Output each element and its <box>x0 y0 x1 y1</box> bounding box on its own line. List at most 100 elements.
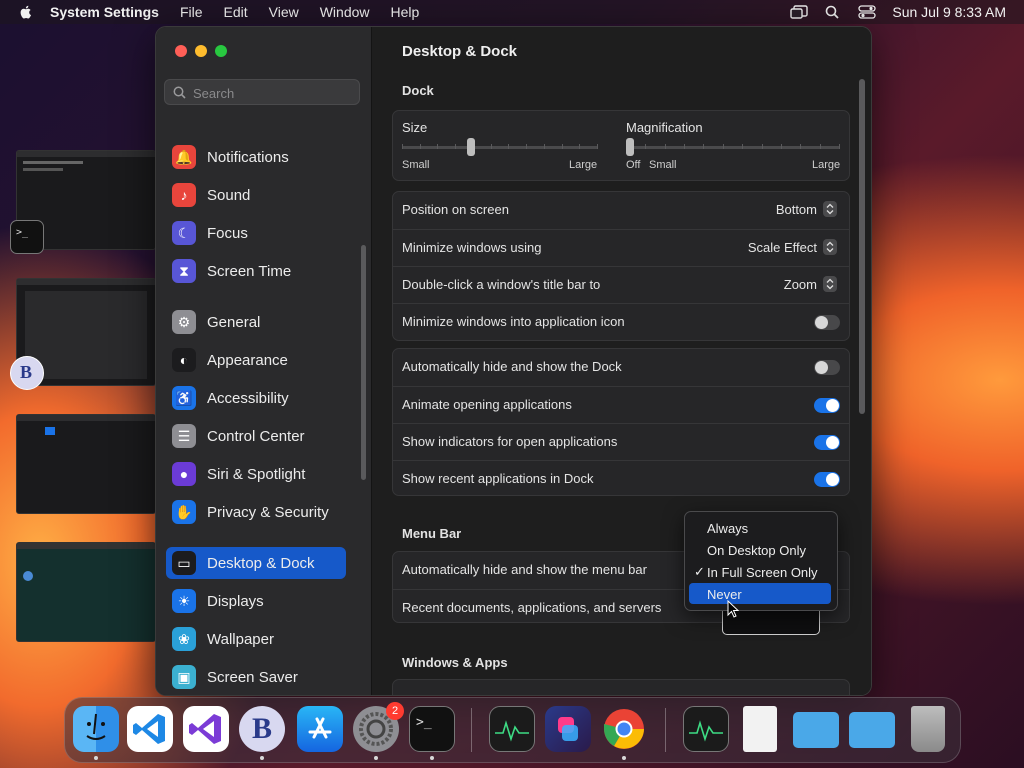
folder-icon[interactable] <box>849 712 895 748</box>
windows-apps-group <box>392 679 850 695</box>
minimize-into-app-icon-row: Minimize windows into application icon <box>393 303 849 340</box>
running-indicator <box>622 756 626 760</box>
slider-tick <box>742 144 744 149</box>
sidebar-item-wallpaper[interactable]: ❀ Wallpaper <box>166 623 346 655</box>
control-center-icon: ☰ <box>172 424 196 448</box>
sidebar-item-accessibility[interactable]: ♿ Accessibility <box>166 382 346 414</box>
dock-behavior-group: Position on screen Bottom Minimize windo… <box>392 191 850 341</box>
size-slider-thumb[interactable] <box>466 138 475 156</box>
screen-mirroring-icon[interactable] <box>790 5 809 19</box>
bell-icon: 🔔 <box>172 145 196 169</box>
sidebar-item-general[interactable]: ⚙ General <box>166 306 346 338</box>
minimize-windows-using-row: Minimize windows using Scale Effect <box>393 229 849 266</box>
minimize-effect-value: Scale Effect <box>747 239 817 255</box>
moon-icon: ☾ <box>172 221 196 245</box>
menu-bar-autohide-dropdown: Always On Desktop Only ✓ In Full Screen O… <box>684 511 838 611</box>
running-indicator <box>430 756 434 760</box>
double-click-action-popup[interactable]: Zoom <box>784 276 837 292</box>
vscode-icon[interactable] <box>127 706 173 752</box>
slider-tick <box>597 144 598 149</box>
menu-help[interactable]: Help <box>391 4 420 20</box>
hand-icon: ✋ <box>172 500 196 524</box>
size-label: Size <box>402 120 428 135</box>
position-on-screen-label: Position on screen <box>402 202 509 217</box>
slider-tick <box>579 144 581 149</box>
window-controls <box>175 45 227 57</box>
zoom-button[interactable] <box>215 45 227 57</box>
option-in-full-screen-only[interactable]: ✓ In Full Screen Only <box>689 561 831 582</box>
minimize-windows-using-label: Minimize windows using <box>402 240 542 255</box>
finder-icon[interactable] <box>73 706 119 752</box>
minimize-into-app-icon-toggle[interactable] <box>814 315 840 330</box>
visual-studio-icon[interactable] <box>183 706 229 752</box>
sidebar-scrollbar[interactable] <box>361 245 366 480</box>
app-store-icon[interactable] <box>297 706 343 752</box>
option-always[interactable]: Always <box>689 517 831 538</box>
stage-thumbnail-4[interactable] <box>16 542 156 642</box>
sidebar-item-screen-saver[interactable]: ▣ Screen Saver <box>166 661 346 693</box>
dock-toggle-switch[interactable] <box>814 398 840 413</box>
slider-tick <box>819 144 821 149</box>
slider-tick <box>561 144 563 149</box>
option-on-desktop-only[interactable]: On Desktop Only <box>689 539 831 560</box>
position-on-screen-popup[interactable]: Bottom <box>776 201 837 217</box>
sidebar-item-desktop-dock[interactable]: ▭ Desktop & Dock <box>166 547 346 579</box>
menu-edit[interactable]: Edit <box>224 4 248 20</box>
sidebar-item-screen-time[interactable]: ⧗ Screen Time <box>166 255 346 287</box>
sidebar-item-privacy-security[interactable]: ✋ Privacy & Security <box>166 496 346 528</box>
activity-monitor-icon[interactable] <box>489 706 535 752</box>
magnification-min-label: Small <box>649 159 677 171</box>
terminal-icon[interactable]: >_ <box>409 706 455 752</box>
menu-bar-section-title: Menu Bar <box>402 526 462 541</box>
dock-toggle-switch[interactable] <box>814 360 840 375</box>
dock-toggle-switch[interactable] <box>814 472 840 487</box>
spotlight-search-icon[interactable] <box>824 5 842 19</box>
content-scrollbar[interactable] <box>859 79 865 414</box>
minimize-button[interactable] <box>195 45 207 57</box>
sidebar-item-label: Desktop & Dock <box>207 554 315 572</box>
slider-tick <box>419 144 421 149</box>
menu-clock[interactable]: Sun Jul 9 8:33 AM <box>892 4 1006 20</box>
trash-icon[interactable] <box>911 706 945 752</box>
slider-tick <box>684 144 686 149</box>
dock-toggle-switch[interactable] <box>814 435 840 450</box>
dock-icon: ▭ <box>172 551 196 575</box>
mouse-pointer-icon <box>727 600 739 618</box>
option-never[interactable]: Never <box>689 583 831 604</box>
notification-badge: 2 <box>386 702 404 720</box>
stage-thumbnail-3[interactable] <box>16 414 156 514</box>
minimize-into-app-icon-label: Minimize windows into application icon <box>402 314 625 329</box>
sidebar-item-displays[interactable]: ☀ Displays <box>166 585 346 617</box>
magnification-slider-thumb[interactable] <box>626 138 634 156</box>
sidebar-item-siri-spotlight[interactable]: ● Siri & Spotlight <box>166 458 346 490</box>
sidebar-item-appearance[interactable]: ◐ Appearance <box>166 344 346 376</box>
sidebar-item-notifications[interactable]: 🔔 Notifications <box>166 141 346 173</box>
sidebar-item-label: Appearance <box>207 351 288 369</box>
siri-icon: ● <box>172 462 196 486</box>
menu-window[interactable]: Window <box>320 4 370 20</box>
running-indicator <box>94 756 98 760</box>
sun-icon: ☀ <box>172 589 196 613</box>
activity-monitor-doc-icon[interactable] <box>683 706 729 752</box>
apple-logo-icon[interactable] <box>18 4 34 20</box>
downloads-folder-icon[interactable] <box>793 712 839 748</box>
menu-file[interactable]: File <box>180 4 203 20</box>
menu-view[interactable]: View <box>269 4 299 20</box>
sidebar-item-sound[interactable]: ♪ Sound <box>166 179 346 211</box>
slider-tick <box>839 144 840 149</box>
document-icon[interactable] <box>743 706 777 752</box>
magnification-slider-track[interactable] <box>626 146 840 149</box>
sidebar-item-control-center[interactable]: ☰ Control Center <box>166 420 346 452</box>
menu-app-name[interactable]: System Settings <box>50 4 159 20</box>
close-button[interactable] <box>175 45 187 57</box>
chrome-icon[interactable] <box>601 706 647 752</box>
slider-tick <box>645 144 647 149</box>
slider-tick <box>526 144 528 149</box>
minimize-effect-popup[interactable]: Scale Effect <box>748 239 837 255</box>
size-slider-track[interactable] <box>402 146 598 149</box>
sidebar-item-focus[interactable]: ☾ Focus <box>166 217 346 249</box>
shortcuts-icon[interactable] <box>545 706 591 752</box>
control-center-menu-icon[interactable] <box>858 5 877 19</box>
search-input[interactable] <box>191 84 355 102</box>
bbedit-icon[interactable]: B <box>239 706 285 752</box>
